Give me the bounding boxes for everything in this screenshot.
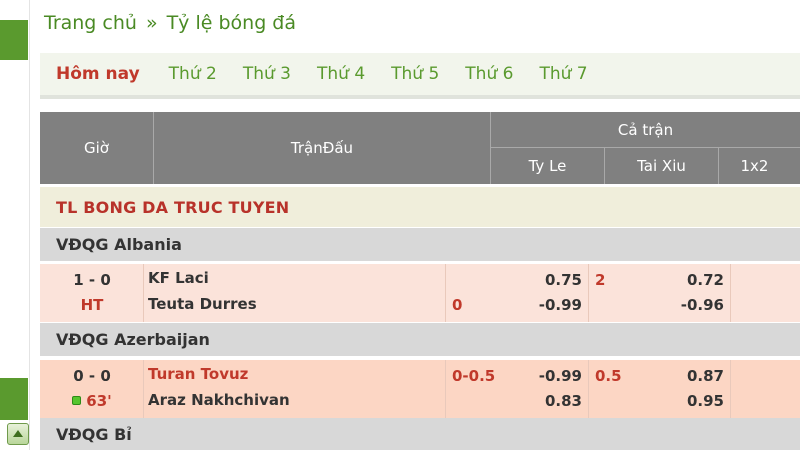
over-odds[interactable]: 0.72 [687,271,724,289]
away-team[interactable]: Teuta Durres [148,295,257,313]
header-match: TrậnĐấu [154,112,491,184]
handicap-odds-home[interactable]: -0.99 [539,367,582,385]
match-status: 63' [40,392,144,410]
arrow-up-icon [13,430,23,437]
match-status: HT [80,296,104,314]
over-under-line: 0.5 [595,367,622,385]
one-x-two-cell [731,360,800,418]
handicap-cell: 0 0.75 -0.99 [446,264,589,322]
header-full-match: Cả trận [491,112,800,148]
handicap-odds-away[interactable]: 0.83 [545,392,582,410]
over-under-line: 2 [595,271,606,289]
over-under-cell: 0.5 0.87 0.95 [589,360,731,418]
match-row[interactable]: 1 - 0 HT KF Laci Teuta Durres 0 0.75 -0.… [40,264,800,322]
tab-friday[interactable]: Thứ 6 [465,64,513,84]
breadcrumb-separator: » [145,12,158,34]
breadcrumb: Trang chủ » Tỷ lệ bóng đá [44,12,296,34]
header-1x2: 1x2 [740,157,769,175]
over-odds[interactable]: 0.87 [687,367,724,385]
odds-table-header: Giờ TrậnĐấu Cả trận Ty Le Tai Xiu 1x2 [40,112,800,184]
tab-monday[interactable]: Thứ 2 [169,64,217,84]
away-team[interactable]: Araz Nakhchivan [148,391,290,409]
match-score: 1 - 0 [73,271,111,289]
match-score: 0 - 0 [73,367,111,385]
tab-thursday[interactable]: Thứ 5 [391,64,439,84]
header-handicap: Ty Le [491,148,605,184]
home-team[interactable]: Turan Tovuz [148,365,248,383]
day-tabs: Hôm nay Thứ 2 Thứ 3 Thứ 4 Thứ 5 Thứ 6 Th… [40,53,800,99]
odds-page: Trang chủ » Tỷ lệ bóng đá Hôm nay Thứ 2 Th… [0,0,800,450]
under-odds[interactable]: -0.96 [681,296,724,314]
tab-tuesday[interactable]: Thứ 3 [243,64,291,84]
tab-saturday[interactable]: Thứ 7 [539,64,587,84]
under-odds[interactable]: 0.95 [687,392,724,410]
handicap-odds-away[interactable]: -0.99 [539,296,582,314]
handicap-odds-home[interactable]: 0.75 [545,271,582,289]
scroll-to-top-button[interactable] [7,423,29,445]
handicap-line: 0 [452,296,463,314]
match-minute: 63' [86,392,112,410]
match-teams-cell: KF Laci Teuta Durres [144,264,446,322]
left-sidebar-strip [0,0,30,450]
match-time-cell: 1 - 0 HT [40,264,144,322]
breadcrumb-home-link[interactable]: Trang chủ [44,12,137,34]
live-indicator-icon [72,396,82,405]
header-over-under: Tai Xiu [605,148,719,184]
match-row[interactable]: 0 - 0 63' Turan Tovuz Araz Nakhchivan 0-… [40,360,800,418]
match-teams-cell: Turan Tovuz Araz Nakhchivan [144,360,446,418]
tab-wednesday[interactable]: Thứ 4 [317,64,365,84]
home-team[interactable]: KF Laci [148,269,209,287]
header-time: Giờ [40,112,154,184]
handicap-cell: 0-0.5 -0.99 0.83 [446,360,589,418]
over-under-cell: 2 0.72 -0.96 [589,264,731,322]
league-row[interactable]: VĐQG Azerbaijan [40,323,800,357]
one-x-two-cell [731,264,800,322]
tab-today[interactable]: Hôm nay [56,64,140,84]
handicap-line: 0-0.5 [452,367,496,385]
sidebar-green-tab-top[interactable] [0,20,28,60]
league-row[interactable]: VĐQG Albania [40,228,800,262]
match-time-cell: 0 - 0 63' [40,360,144,418]
section-title: TL BONG DA TRUC TUYEN [40,187,800,227]
breadcrumb-current[interactable]: Tỷ lệ bóng đá [167,12,296,34]
sidebar-green-tab-bottom[interactable] [0,378,28,420]
league-row[interactable]: VĐQG Bỉ [40,418,800,450]
